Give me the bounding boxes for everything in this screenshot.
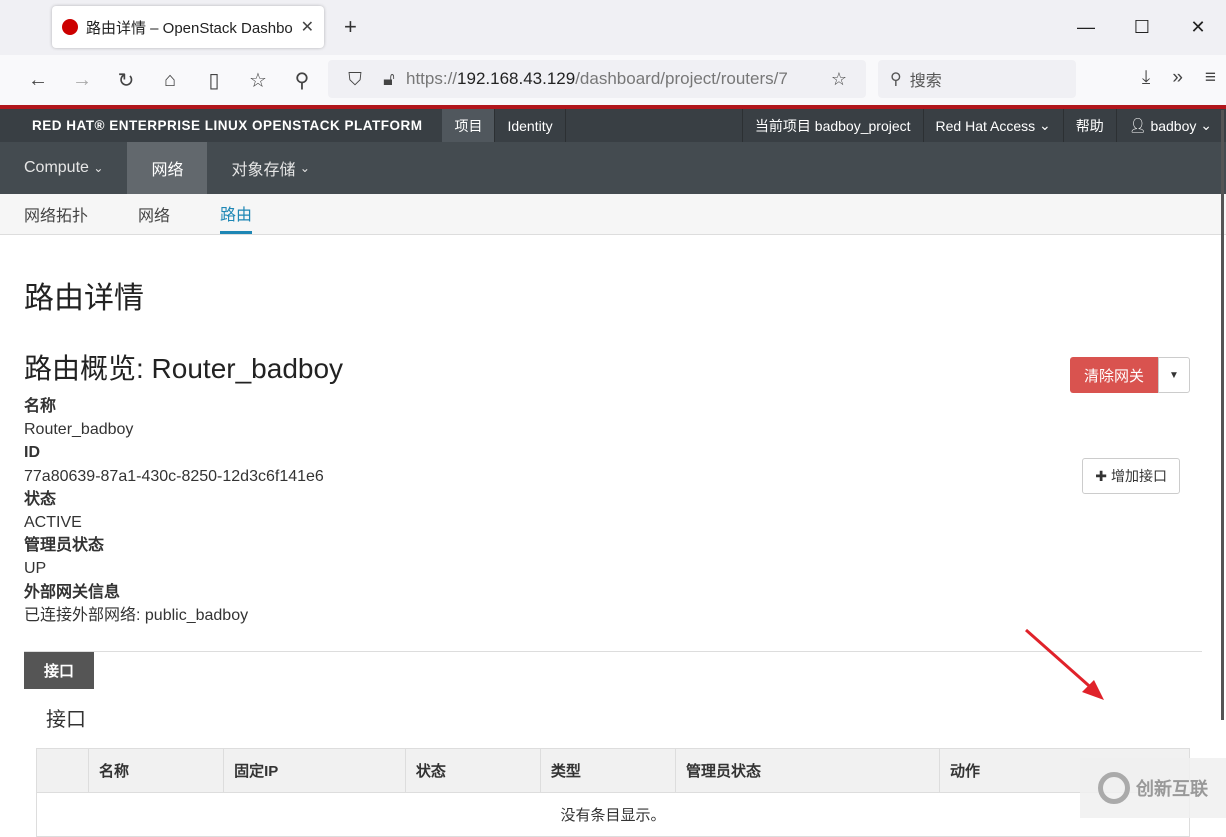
overview-heading: 路由概览: Router_badboy (24, 353, 344, 384)
chevron-down-icon: ⌄ (299, 161, 310, 175)
close-tab-icon[interactable]: ✕ (301, 17, 314, 37)
url-bar[interactable]: ⛉ 🔓︎ https://192.168.43.129/dashboard/proj… (328, 60, 866, 98)
nav-object-storage-label: 对象存储 (231, 162, 296, 179)
detail-value: 77a80639-87a1-430c-8250-12d3c6f141e6 (24, 467, 324, 485)
subnav-topology[interactable]: 网络拓扑 (24, 194, 88, 234)
url-prefix: https:// (406, 69, 458, 88)
column-header[interactable]: 类型 (539, 748, 677, 794)
column-header[interactable]: 管理员状态 (675, 748, 940, 794)
main-navigation: Compute ⌄ 网络 对象存储 ⌄ (0, 142, 1226, 194)
browser-tabbar: 路由详情 – OpenStack Dashbo ✕ + — ☐ ✕ (0, 0, 1226, 55)
nav-project[interactable]: 项目 (442, 109, 496, 142)
forward-icon[interactable]: → (60, 69, 104, 92)
detail-label: 外部网关信息 (24, 583, 121, 601)
browser-toolbar: ← → ↻ ⌂ ▯ ☆ ⚲ ⛉ 🔓︎ https://192.168.43.129/… (0, 55, 1226, 105)
url-host: 192.168.43.129 (457, 69, 576, 88)
column-header[interactable]: 状态 (404, 748, 541, 794)
search-input[interactable]: ⚲ 搜索 (878, 60, 1076, 98)
redhat-access-dropdown[interactable]: Red Hat Access ⌄ (924, 109, 1064, 142)
empty-message: 没有条目显示。 (36, 792, 1190, 837)
watermark-text: 创新互联 (1136, 779, 1208, 799)
sub-navigation: 网络拓扑 网络 路由 (0, 194, 1226, 235)
nav-object-storage[interactable]: 对象存储 ⌄ (207, 142, 334, 194)
detail-label: 状态 (24, 490, 57, 508)
annotation-arrow-icon (1025, 628, 1104, 700)
watermark: 创新互联 (1080, 758, 1226, 818)
interfaces-title: 接口 (46, 709, 86, 732)
download-icon[interactable]: ⤓ (1142, 67, 1150, 89)
home-icon[interactable]: ⌂ (148, 69, 192, 92)
clear-gateway-button[interactable]: 清除网关 (1069, 357, 1158, 393)
detail-value: UP (24, 560, 47, 578)
nav-compute-label: Compute (24, 159, 89, 176)
user-icon: 👤︎ (1128, 117, 1147, 133)
watermark-logo-icon (1098, 772, 1130, 804)
browser-tab[interactable]: 路由详情 – OpenStack Dashbo ✕ (52, 6, 324, 48)
close-window-button[interactable]: ✕ (1170, 0, 1226, 55)
tab-interfaces[interactable]: 接口 (24, 652, 95, 690)
detail-value: Router_badboy (24, 421, 134, 439)
back-icon[interactable]: ← (16, 69, 60, 92)
favicon-icon (62, 19, 78, 35)
nav-network[interactable]: 网络 (127, 142, 208, 194)
nav-identity[interactable]: Identity (495, 109, 566, 142)
router-details: 名称 Router_badboy ID 77a80639-87a1-430c-825… (24, 395, 1202, 627)
add-interface-label: 增加接口 (1111, 468, 1167, 484)
redhat-access-label: Red Hat Access (935, 117, 1036, 134)
user-dropdown[interactable]: 👤︎ badboy ⌄ (1117, 109, 1226, 142)
chevron-down-icon: ⌄ (1200, 117, 1212, 133)
actions-dropdown-toggle[interactable]: ▼ (1158, 357, 1190, 393)
menu-icon[interactable]: ≡ (1205, 67, 1216, 89)
star-icon[interactable]: ☆ (822, 69, 856, 90)
detail-label: 名称 (24, 398, 57, 415)
brand-logo[interactable]: RED HAT® ENTERPRISE LINUX OPENSTACK PLAT… (0, 109, 442, 142)
detail-value: 已连接外部网络: public_badboy (24, 606, 249, 624)
subnav-routers[interactable]: 路由 (220, 194, 253, 234)
reload-icon[interactable]: ↻ (104, 68, 148, 93)
current-project-dropdown[interactable]: 当前项目 badboy_project (741, 109, 924, 142)
shield-icon: ⛉ (348, 68, 362, 89)
search-placeholder: 搜索 (909, 73, 942, 90)
select-column[interactable] (36, 748, 89, 794)
scrollbar[interactable] (1221, 110, 1224, 720)
detail-value: ACTIVE (24, 514, 82, 532)
add-interface-button[interactable]: ✚ 增加接口 (1082, 458, 1180, 494)
tab-title: 路由详情 – OpenStack Dashbo (86, 19, 293, 37)
interfaces-table: 名称 固定IP 状态 类型 管理员状态 动作 没有条目显示。 (36, 748, 1190, 837)
search-icon[interactable]: ⚲ (280, 68, 324, 93)
nav-compute[interactable]: Compute ⌄ (0, 142, 127, 194)
page-title: 路由详情 (24, 282, 144, 315)
detail-label: ID (24, 444, 40, 462)
url-path: /dashboard/project/routers/7 (575, 69, 788, 88)
search-icon: ⚲ (890, 71, 902, 88)
chevron-down-icon: ⌄ (1039, 117, 1051, 133)
top-navigation: RED HAT® ENTERPRISE LINUX OPENSTACK PLAT… (0, 109, 1226, 142)
plus-icon: ✚ (1095, 467, 1107, 484)
maximize-button[interactable]: ☐ (1114, 0, 1170, 55)
column-header[interactable]: 固定IP (223, 748, 406, 794)
bookmark-icon[interactable]: ☆ (236, 68, 280, 93)
detail-label: 管理员状态 (24, 537, 105, 555)
help-link[interactable]: 帮助 (1064, 109, 1117, 142)
reader-icon[interactable]: ▯ (192, 68, 236, 93)
subnav-networks[interactable]: 网络 (138, 194, 170, 234)
new-tab-button[interactable]: + (344, 14, 357, 40)
column-header[interactable]: 名称 (87, 748, 225, 794)
minimize-button[interactable]: — (1058, 0, 1114, 55)
overflow-icon[interactable]: » (1172, 67, 1183, 89)
lock-icon: 🔓︎ (383, 68, 395, 89)
user-label: badboy (1150, 117, 1197, 134)
chevron-down-icon: ⌄ (93, 161, 104, 175)
